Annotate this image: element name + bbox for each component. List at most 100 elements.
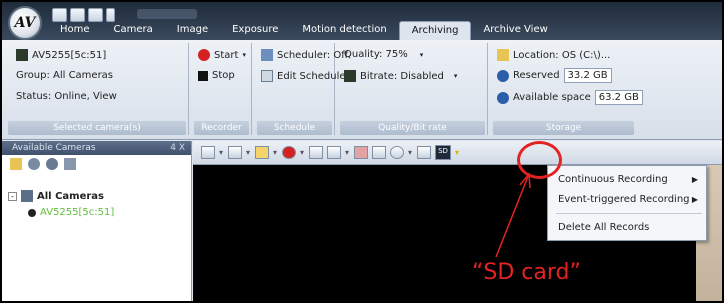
quick-access-grid-icon[interactable] xyxy=(88,8,103,22)
layout-icon[interactable] xyxy=(201,146,215,159)
tree-item-camera[interactable]: AV5255[5c:51] xyxy=(28,207,114,218)
tab-motion-detection[interactable]: Motion detection xyxy=(290,21,398,40)
chevron-down-icon[interactable]: ▾ xyxy=(455,147,460,159)
chevron-down-icon: ▾ xyxy=(242,51,246,59)
group-recorder: Start ▾ Stop Recorder xyxy=(192,43,252,135)
settings-icon[interactable] xyxy=(46,158,58,170)
ptz-icon[interactable] xyxy=(354,146,368,159)
ribbon: AV5255[5c:51] Group: All Cameras Status:… xyxy=(2,40,722,140)
calendar-icon xyxy=(261,70,273,82)
monitor-icon[interactable] xyxy=(372,146,386,159)
chevron-down-icon: ▾ xyxy=(419,50,424,59)
audio-icon[interactable] xyxy=(390,146,404,159)
quick-access-toolbar xyxy=(52,8,115,22)
edit-schedule-label: Edit Schedule xyxy=(277,70,346,82)
start-label: Start xyxy=(214,49,239,61)
panel-header: Available Cameras 4 X xyxy=(2,141,191,155)
group-label-recorder: Recorder xyxy=(194,121,249,135)
start-button[interactable]: Start ▾ xyxy=(198,49,246,61)
reserved-icon xyxy=(497,69,509,82)
cameras-group-icon xyxy=(21,190,33,202)
grid-icon[interactable] xyxy=(228,146,242,159)
app-logo[interactable]: AV xyxy=(8,6,42,40)
record-icon[interactable] xyxy=(282,146,296,159)
folder-icon xyxy=(497,49,509,61)
chevron-down-icon[interactable]: ▾ xyxy=(408,147,413,159)
panel-pin-close[interactable]: 4 X xyxy=(170,141,185,155)
edit-schedule-button[interactable]: Edit Schedule xyxy=(261,70,346,82)
title-bar: AV Home Camera Image Exposure Motion det… xyxy=(2,2,722,40)
submenu-arrow-icon: ▶ xyxy=(691,195,698,204)
available-cameras-panel: Available Cameras 4 X - All Cameras AV52… xyxy=(2,141,192,301)
http-icon[interactable] xyxy=(417,146,431,159)
menu-item-label: Delete All Records xyxy=(558,222,650,233)
group-label-selected-cameras: Selected camera(s) xyxy=(8,121,186,135)
chevron-down-icon[interactable]: ▾ xyxy=(345,147,350,159)
group-schedule: Scheduler: Off Edit Schedule Schedule xyxy=(255,43,348,135)
available-space-icon xyxy=(497,91,509,104)
tab-home[interactable]: Home xyxy=(48,21,102,40)
chevron-down-icon[interactable]: ▾ xyxy=(273,147,278,159)
chevron-down-icon[interactable]: ▾ xyxy=(219,147,224,159)
viewer-toolbar: ▾ ▾ ▾ ▾ ▾ ▾ SD ▾ xyxy=(193,141,722,165)
stop-button[interactable]: Stop xyxy=(198,70,235,81)
available-space-label: Available space xyxy=(513,92,591,103)
annotation-label: “SD card” xyxy=(472,260,581,285)
tab-image[interactable]: Image xyxy=(165,21,220,40)
menu-item-event-triggered-recording[interactable]: Event-triggered Recording ▶ xyxy=(548,190,706,210)
window-title xyxy=(137,9,197,19)
scheduler-icon xyxy=(261,49,273,61)
bitrate-dropdown[interactable]: Bitrate: Disabled ▾ xyxy=(344,70,457,82)
app-window: AV Home Camera Image Exposure Motion det… xyxy=(0,0,724,303)
reserved-field[interactable]: 33.2 GB xyxy=(563,68,612,83)
tab-camera[interactable]: Camera xyxy=(102,21,165,40)
storage-location-label: Location: OS (C:\)... xyxy=(513,49,611,61)
stop-icon xyxy=(198,70,208,81)
quality-dropdown[interactable]: Quality: 75% ▾ xyxy=(344,49,423,60)
stop-label: Stop xyxy=(212,70,235,81)
bitrate-icon xyxy=(344,70,356,82)
camera-icon xyxy=(16,49,28,61)
snapshot-icon[interactable] xyxy=(255,146,269,159)
sd-card-button[interactable]: SD xyxy=(435,145,451,160)
network-icon[interactable] xyxy=(64,158,76,170)
quick-access-menu-icon[interactable] xyxy=(106,8,115,22)
camera-icon xyxy=(28,208,36,217)
chevron-down-icon[interactable]: ▾ xyxy=(300,147,305,159)
storage-location[interactable]: Location: OS (C:\)... xyxy=(497,49,610,61)
group-label-storage: Storage xyxy=(493,121,634,135)
reserved-label: Reserved xyxy=(513,70,560,81)
group-label-quality: Quality/Bit rate xyxy=(340,121,485,135)
panel-title: Available Cameras xyxy=(12,143,96,153)
zoom-icon[interactable] xyxy=(327,146,341,159)
add-camera-icon[interactable] xyxy=(28,158,40,170)
tree-item-camera-label: AV5255[5c:51] xyxy=(40,207,115,218)
sd-card-menu: Continuous Recording ▶ Event-triggered R… xyxy=(547,165,707,241)
annotation-circle xyxy=(517,141,562,179)
tab-archiving[interactable]: Archiving xyxy=(398,21,472,40)
quick-access-doc-icon[interactable] xyxy=(52,8,67,22)
menu-item-delete-all-records[interactable]: Delete All Records xyxy=(548,218,706,238)
scheduler-toggle[interactable]: Scheduler: Off xyxy=(261,49,348,61)
tree-root-label: All Cameras xyxy=(37,190,104,202)
tab-exposure[interactable]: Exposure xyxy=(220,21,290,40)
folder-icon[interactable] xyxy=(10,158,22,170)
chevron-down-icon: ▾ xyxy=(453,72,458,80)
collapse-icon[interactable]: - xyxy=(8,191,17,201)
camera-icon[interactable] xyxy=(309,146,323,159)
submenu-arrow-icon: ▶ xyxy=(691,175,698,184)
menu-item-label: Continuous Recording xyxy=(558,174,668,185)
ribbon-tabs: Home Camera Image Exposure Motion detect… xyxy=(48,21,560,40)
record-icon xyxy=(198,49,210,61)
menu-item-label: Event-triggered Recording xyxy=(558,194,690,205)
bitrate-label: Bitrate: Disabled xyxy=(360,70,444,82)
menu-item-continuous-recording[interactable]: Continuous Recording ▶ xyxy=(548,170,706,190)
group-storage: Location: OS (C:\)... Reserved 33.2 GB A… xyxy=(491,43,643,135)
quality-label: Quality: 75% xyxy=(344,49,408,60)
chevron-down-icon[interactable]: ▾ xyxy=(246,147,251,159)
tree-root-all-cameras[interactable]: - All Cameras xyxy=(8,190,104,202)
quick-access-layout-icon[interactable] xyxy=(70,8,85,22)
selected-camera-status: Status: Online, View xyxy=(16,91,117,102)
tab-archive-view[interactable]: Archive View xyxy=(471,21,559,40)
available-space-field: 63.2 GB xyxy=(594,90,643,105)
